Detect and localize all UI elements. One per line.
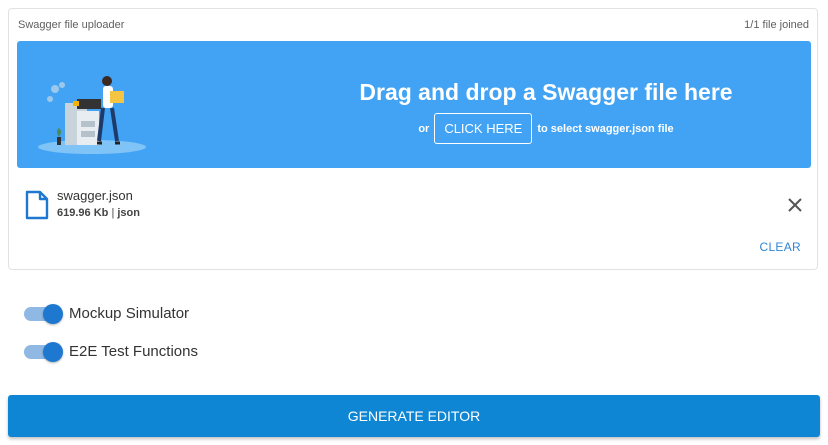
- toggle-thumb: [43, 303, 63, 324]
- uploader-title: Swagger file uploader: [18, 19, 125, 31]
- file-meta-separator: |: [111, 207, 115, 219]
- file-count: 1/1 file joined: [744, 19, 809, 31]
- toggle-thumb: [43, 341, 63, 362]
- file-meta: 619.96 Kb | json: [57, 207, 140, 219]
- file-icon: [25, 190, 49, 220]
- dropzone[interactable]: Drag and drop a Swagger file here or CLI…: [17, 41, 811, 168]
- toggle-label: Mockup Simulator: [69, 305, 190, 322]
- dropzone-headline: Drag and drop a Swagger file here: [359, 79, 733, 105]
- close-icon[interactable]: [787, 197, 803, 213]
- swagger-uploader-card: Swagger file uploader 1/1 file joined Dr…: [8, 8, 818, 270]
- file-type: json: [117, 207, 140, 219]
- file-size: 619.96 Kb: [57, 207, 109, 219]
- toggle-label: E2E Test Functions: [69, 343, 198, 360]
- file-name: swagger.json: [57, 188, 133, 203]
- mockup-simulator-toggle[interactable]: Mockup Simulator: [24, 303, 190, 324]
- toggle-switch[interactable]: [24, 303, 63, 324]
- generate-editor-button[interactable]: GENERATE EDITOR: [8, 395, 820, 437]
- dropzone-instructions: or CLICK HERE to select swagger.json fil…: [351, 113, 741, 144]
- click-here-button[interactable]: CLICK HERE: [434, 113, 533, 144]
- e2e-test-functions-toggle[interactable]: E2E Test Functions: [24, 341, 198, 362]
- toggle-switch[interactable]: [24, 341, 63, 362]
- dropzone-prefix: or: [418, 122, 430, 135]
- clear-button[interactable]: CLEAR: [759, 240, 801, 254]
- dropzone-suffix: to select swagger.json file: [537, 122, 674, 135]
- upload-illustration: [38, 76, 146, 154]
